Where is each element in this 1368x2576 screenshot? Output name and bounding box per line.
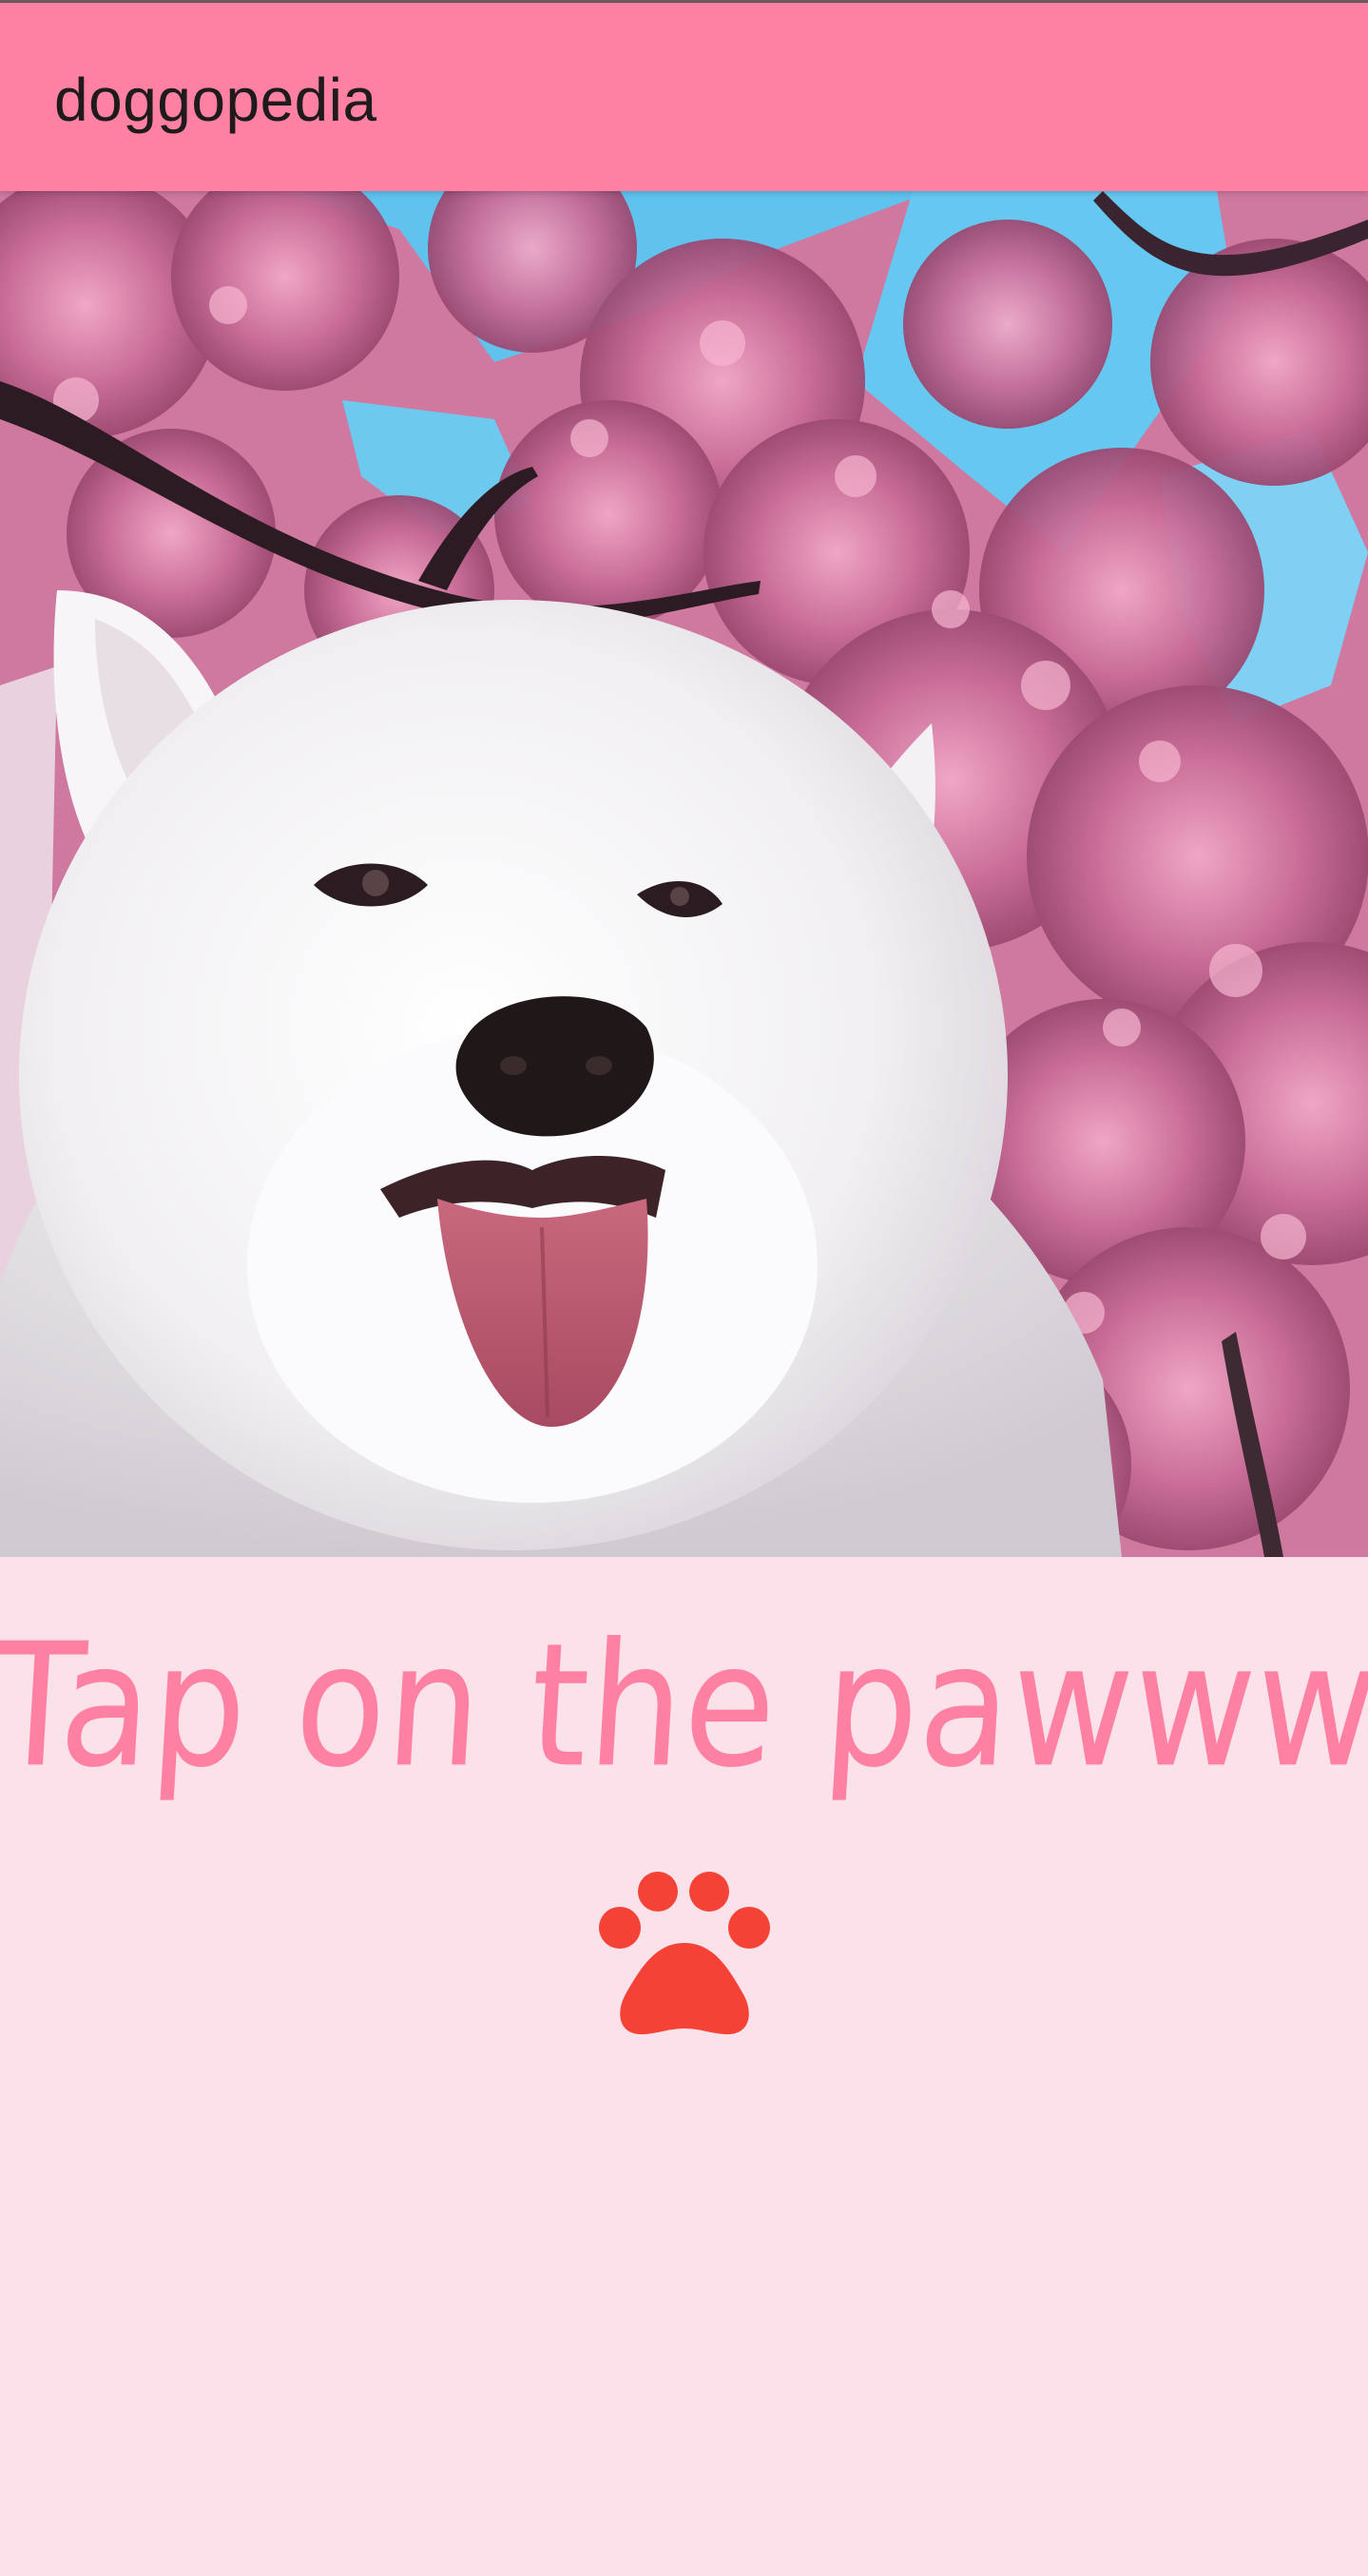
hero-image bbox=[0, 191, 1368, 1557]
tap-paw-prompt: Tap on the pawww! bbox=[0, 1605, 1368, 1805]
paw-icon bbox=[599, 1872, 770, 2035]
app-title: doggopedia bbox=[54, 66, 377, 134]
dog-photo bbox=[0, 191, 1368, 1557]
app-bar: doggopedia bbox=[0, 3, 1368, 191]
paw-button[interactable] bbox=[597, 1871, 772, 2038]
